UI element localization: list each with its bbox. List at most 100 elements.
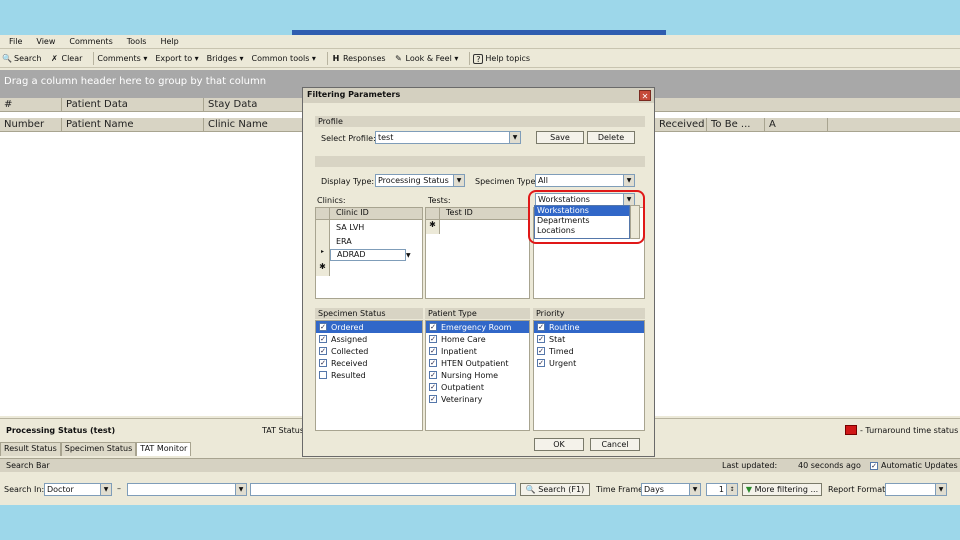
column-header-received[interactable]: Received	[655, 118, 707, 131]
time-frame-number[interactable]: 1 ↕	[706, 483, 738, 496]
common-tools-button[interactable]: Common tools ▾	[251, 54, 315, 63]
clinics-list: Clinic ID SA LVH ERA ▸ ADRAD ▼ ✱	[315, 207, 423, 299]
ok-button[interactable]: OK	[534, 438, 584, 451]
checkbox-item-nursing-home[interactable]: ✓ Nursing Home	[426, 369, 529, 381]
clear-label: Clear	[61, 54, 83, 63]
cancel-button[interactable]: Cancel	[590, 438, 640, 451]
delete-button[interactable]: Delete	[587, 131, 635, 144]
checkbox-item-home-care[interactable]: ✓ Home Care	[426, 333, 529, 345]
select-profile-label: Select Profile:	[321, 134, 376, 143]
more-filtering-button[interactable]: ▼ More filtering ...	[742, 483, 822, 496]
turnaround-legend-label: - Turnaround time status	[860, 426, 959, 435]
clinic-id-column[interactable]: Clinic ID	[330, 208, 369, 219]
tab-result-status[interactable]: Result Status	[0, 442, 61, 456]
menu-comments[interactable]: Comments	[69, 37, 112, 46]
help-topics-button[interactable]: ? Help topics	[473, 53, 530, 64]
tab-specimen-status[interactable]: Specimen Status	[60, 442, 137, 456]
clinics-list-header: Clinic ID	[316, 208, 422, 220]
checkbox-label: Timed	[549, 346, 574, 356]
column-header-patient-data[interactable]: Patient Data	[62, 98, 204, 111]
chevron-down-icon: ▾	[239, 54, 244, 63]
comments-label: Comments	[97, 54, 141, 63]
checkbox-label: Routine	[549, 322, 580, 332]
report-format-label: Report Format:	[828, 485, 888, 494]
checkbox-item-timed[interactable]: ✓ Timed	[534, 345, 644, 357]
chevron-down-icon: ▼	[935, 484, 946, 495]
list-item[interactable]: ▸ ADRAD ▼	[316, 248, 422, 262]
look-feel-button[interactable]: ✎ Look & Feel ▾	[394, 53, 458, 64]
checkbox-checked-icon: ✓	[429, 323, 437, 331]
checkbox-item-received[interactable]: ✓ Received	[316, 357, 422, 369]
specimen-type-dropdown[interactable]: All ▼	[535, 174, 635, 187]
clinic-name-edit[interactable]: ADRAD	[330, 249, 406, 261]
list-item[interactable]: SA LVH	[316, 220, 422, 234]
column-header-number-group[interactable]: #	[0, 98, 62, 111]
toolbar-separator	[469, 52, 471, 65]
bridges-button[interactable]: Bridges ▾	[207, 54, 244, 63]
column-header-a[interactable]: A	[765, 118, 828, 131]
checkbox-label: Stat	[549, 334, 566, 344]
close-icon[interactable]: ✕	[639, 90, 651, 101]
select-profile-dropdown[interactable]: test ▼	[375, 131, 521, 144]
column-header-patient-name[interactable]: Patient Name	[62, 118, 204, 131]
new-row-icon: ✱	[426, 220, 440, 234]
auto-update-checkbox[interactable]: ✓	[870, 462, 878, 470]
select-profile-value: test	[378, 133, 394, 142]
chevron-down-icon: ▼	[235, 484, 246, 495]
checkbox-item-assigned[interactable]: ✓ Assigned	[316, 333, 422, 345]
list-item[interactable]: ERA	[316, 234, 422, 248]
palette-icon: ✎	[395, 53, 402, 63]
checkbox-item-urgent[interactable]: ✓ Urgent	[534, 357, 644, 369]
checkbox-item-veterinary[interactable]: ✓ Veterinary	[426, 393, 529, 405]
test-id-column[interactable]: Test ID	[440, 208, 473, 219]
search-in-value: Doctor	[47, 485, 74, 494]
column-header-clinic-name[interactable]: Clinic Name	[204, 118, 303, 131]
search-icon: 🔍	[2, 53, 12, 63]
new-row[interactable]: ✱	[316, 262, 422, 276]
clinic-name: SA LVH	[336, 222, 365, 232]
menu-help[interactable]: Help	[160, 37, 178, 46]
menu-tools[interactable]: Tools	[127, 37, 147, 46]
checkbox-checked-icon: ✓	[537, 335, 545, 343]
search-text-input[interactable]	[250, 483, 516, 496]
save-button[interactable]: Save	[536, 131, 584, 144]
checkbox-item-routine[interactable]: ✓ Routine	[534, 321, 644, 333]
search-term-select[interactable]: ▼	[127, 483, 247, 496]
dialog-title: Filtering Parameters	[307, 90, 401, 99]
clear-button[interactable]: ✗ Clear	[49, 54, 82, 64]
time-frame-select[interactable]: Days ▼	[641, 483, 701, 496]
search-in-select[interactable]: Doctor ▼	[44, 483, 112, 496]
checkbox-label: Inpatient	[441, 346, 477, 356]
menu-view[interactable]: View	[36, 37, 55, 46]
tab-tat-monitor[interactable]: TAT Monitor	[136, 442, 192, 456]
time-frame-value: Days	[644, 485, 664, 494]
comments-button[interactable]: Comments ▾	[97, 54, 147, 63]
checkbox-item-emergency-room[interactable]: ✓ Emergency Room	[426, 321, 529, 333]
patient-type-list: ✓ Emergency Room ✓ Home Care ✓ Inpatient ✓ H…	[425, 320, 530, 431]
checkbox-checked-icon: ✓	[537, 347, 545, 355]
export-label: Export to	[155, 54, 193, 63]
checkbox-label: Resulted	[331, 370, 366, 380]
export-button[interactable]: Export to ▾	[155, 54, 198, 63]
search-f1-button[interactable]: 🔍 Search (F1)	[520, 483, 590, 496]
group-hint-text: Drag a column header here to group by th…	[4, 76, 267, 87]
chevron-down-icon: ▾	[194, 54, 199, 63]
chevron-down-icon: ▾	[311, 54, 316, 63]
checkbox-item-inpatient[interactable]: ✓ Inpatient	[426, 345, 529, 357]
display-type-dropdown[interactable]: Processing Status ▼	[375, 174, 465, 187]
new-row[interactable]: ✱	[426, 220, 529, 234]
bridges-label: Bridges	[206, 54, 237, 63]
checkbox-item-stat[interactable]: ✓ Stat	[534, 333, 644, 345]
search-button[interactable]: 🔍 Search	[2, 54, 41, 64]
checkbox-item-hten-outpatient[interactable]: ✓ HTEN Outpatient	[426, 357, 529, 369]
checkbox-item-outpatient[interactable]: ✓ Outpatient	[426, 381, 529, 393]
column-header-to-be[interactable]: To Be ...	[707, 118, 765, 131]
clear-icon: ✗	[51, 53, 58, 63]
responses-button[interactable]: H Responses	[331, 54, 386, 64]
checkbox-item-collected[interactable]: ✓ Collected	[316, 345, 422, 357]
checkbox-item-ordered[interactable]: ✓ Ordered	[316, 321, 422, 333]
checkbox-item-resulted[interactable]: Resulted	[316, 369, 422, 381]
report-format-select[interactable]: ▼	[885, 483, 947, 496]
column-header-number[interactable]: Number	[0, 118, 62, 131]
menu-file[interactable]: File	[9, 37, 22, 46]
